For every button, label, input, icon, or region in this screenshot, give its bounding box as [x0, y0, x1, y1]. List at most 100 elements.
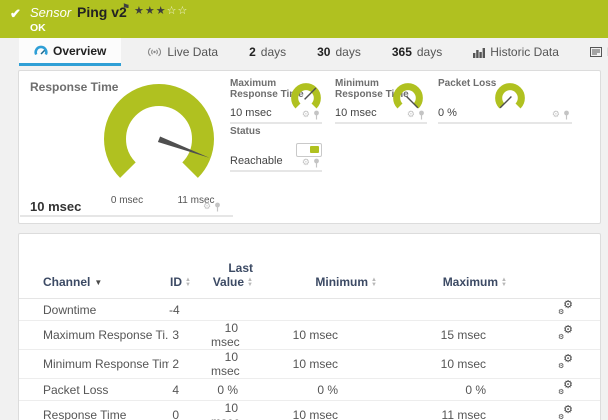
gauge-icon	[34, 45, 48, 56]
tab-number: 2	[249, 45, 256, 59]
gear-icon[interactable]: ⚙	[407, 110, 415, 119]
mini-gauge-title: Packet Loss	[438, 78, 497, 89]
table-row-response-time[interactable]: Response Time 0 10 msec 10 msec 11 msec …	[19, 400, 600, 420]
cell-channel: Packet Loss	[19, 378, 169, 401]
col-header-minimum[interactable]: Minimum ▲ ▼	[271, 234, 401, 299]
cell-last-value: 10 msec	[211, 400, 271, 420]
pin-icon[interactable]	[214, 202, 221, 212]
pin-icon[interactable]	[313, 110, 320, 120]
col-header-label: Channel	[43, 275, 91, 289]
cell-maximum: 11 msec	[401, 400, 531, 420]
gear-icon[interactable]: ⚙	[302, 158, 310, 167]
mini-gauge-value: 10 msec	[335, 107, 377, 119]
col-header-label: Minimum	[315, 275, 369, 289]
stars-filled: ★★★	[134, 5, 167, 17]
status-indicator-dot	[310, 146, 319, 153]
cell-id: 3	[169, 320, 211, 350]
ok-check-icon: ✔	[10, 6, 21, 21]
priority-stars[interactable]: ★★★☆☆	[134, 4, 188, 17]
tab-30-days[interactable]: 30 days	[312, 38, 366, 66]
gear-icon[interactable]: ⚙	[203, 202, 211, 211]
cell-minimum: 10 msec	[271, 400, 401, 420]
sort-icon: ▲ ▼	[185, 276, 191, 288]
packet-loss-block[interactable]: Packet Loss 0 % ⚙	[438, 78, 572, 124]
col-header-label: ID	[170, 275, 183, 289]
col-header-last-value[interactable]: Last Value ▲ ▼	[211, 234, 271, 299]
sort-icon: ▲ ▼	[247, 276, 253, 288]
tab-label: days	[260, 45, 287, 59]
min-response-time-block[interactable]: Minimum Response Time 10 msec ⚙	[335, 78, 427, 124]
col-header-maximum[interactable]: Maximum ▲ ▼	[401, 234, 531, 299]
channels-table: Channel ▼ ID ▲ ▼ Last Value ▲ ▼ Minimum ▲ ▼ Max…	[19, 234, 600, 420]
sort-icon: ▲ ▼	[371, 276, 377, 288]
pin-icon[interactable]	[563, 110, 570, 120]
cell-maximum: 10 msec	[401, 349, 531, 379]
table-row-downtime[interactable]: Downtime -4 ⚙ ⚙	[19, 299, 600, 321]
mini-gauge-value: 10 msec	[230, 107, 272, 119]
gauge-options: ⚙	[552, 110, 570, 120]
tab-overview[interactable]: Overview	[19, 38, 122, 66]
broadcast-icon	[148, 47, 162, 57]
gauge-scale-min: 0 msec	[110, 195, 144, 206]
sensor-status-badge: OK	[30, 22, 46, 34]
tab-2-days[interactable]: 2 days	[244, 38, 291, 66]
gear-icon[interactable]: ⚙	[552, 110, 560, 119]
cell-channel: Minimum Response Time	[19, 349, 169, 379]
cell-last-value: 0 %	[211, 378, 271, 401]
status-indicator	[296, 143, 322, 157]
cell-id: 4	[169, 378, 211, 401]
table-header-row: Channel ▼ ID ▲ ▼ Last Value ▲ ▼ Minimum ▲ ▼ Max…	[19, 234, 600, 299]
cell-channel: Response Time	[19, 400, 169, 420]
gauge-options: ⚙	[302, 110, 320, 120]
table-row-maximum-response-time[interactable]: Maximum Response Ti... 3 10 msec 10 msec…	[19, 320, 600, 350]
table-row-packet-loss[interactable]: Packet Loss 4 0 % 0 % 0 % ⚙ ⚙	[19, 378, 600, 401]
edit-channel-icon[interactable]: ⚙ ⚙	[558, 325, 573, 342]
sensor-name: Ping v2	[77, 4, 127, 20]
col-header-label: Maximum	[442, 275, 499, 289]
table-row-minimum-response-time[interactable]: Minimum Response Time 2 10 msec 10 msec …	[19, 349, 600, 379]
tab-label: Overview	[53, 43, 107, 58]
gauge-options: ⚙	[407, 110, 425, 120]
log-icon	[589, 47, 602, 57]
edit-channel-icon[interactable]: ⚙ ⚙	[558, 405, 573, 420]
edit-channel-icon[interactable]: ⚙ ⚙	[558, 354, 573, 371]
cell-minimum	[271, 299, 401, 321]
cell-maximum: 15 msec	[401, 320, 531, 350]
pin-icon[interactable]	[418, 110, 425, 120]
gauge-options: ⚙	[302, 158, 320, 168]
tab-historic-data[interactable]: Historic Data	[468, 38, 564, 66]
channels-panel: Channel ▼ ID ▲ ▼ Last Value ▲ ▼ Minimum ▲ ▼ Max…	[18, 233, 601, 420]
tab-log[interactable]: Log	[585, 38, 608, 66]
gauge-options: ⚙	[203, 202, 221, 212]
edit-channel-icon[interactable]: ⚙ ⚙	[558, 379, 573, 396]
divider	[20, 215, 233, 217]
tab-label: days	[335, 45, 361, 59]
tab-365-days[interactable]: 365 days	[387, 38, 447, 66]
col-header-actions	[531, 234, 600, 299]
sort-desc-icon: ▼	[94, 278, 103, 287]
cell-id: 0	[169, 400, 211, 420]
edit-channel-icon[interactable]: ⚙ ⚙	[558, 299, 573, 316]
col-header-channel[interactable]: Channel ▼	[19, 234, 169, 299]
tab-bar: Overview Live Data 2 days 30 days 365 da…	[0, 38, 608, 66]
status-block[interactable]: Status Reachable ⚙	[230, 126, 322, 172]
cell-minimum: 10 msec	[271, 349, 401, 379]
gear-icon[interactable]: ⚙	[302, 110, 310, 119]
cell-last-value: 10 msec	[211, 349, 271, 379]
cell-last-value: 10 msec	[211, 320, 271, 350]
tab-label: days	[416, 45, 443, 59]
mini-gauge-value: 0 %	[438, 107, 457, 119]
max-response-time-block[interactable]: Maximum Response Time 10 msec ⚙	[230, 78, 322, 124]
sensor-kind-label: Sensor	[30, 5, 72, 20]
cell-id: 2	[169, 349, 211, 379]
sensor-titlebar: ✔ Sensor Ping v2 ⚑ ★★★☆☆ OK	[0, 0, 608, 38]
cell-channel: Maximum Response Ti...	[19, 320, 169, 350]
pin-icon[interactable]	[313, 158, 320, 168]
cell-minimum: 10 msec	[271, 320, 401, 350]
bar-chart-icon	[473, 47, 486, 58]
cell-maximum: 0 %	[401, 378, 531, 401]
col-header-id[interactable]: ID ▲ ▼	[169, 234, 211, 299]
flag-icon[interactable]: ⚑	[122, 2, 130, 13]
tab-live-data[interactable]: Live Data	[142, 38, 223, 66]
tab-number: 365	[391, 45, 412, 59]
